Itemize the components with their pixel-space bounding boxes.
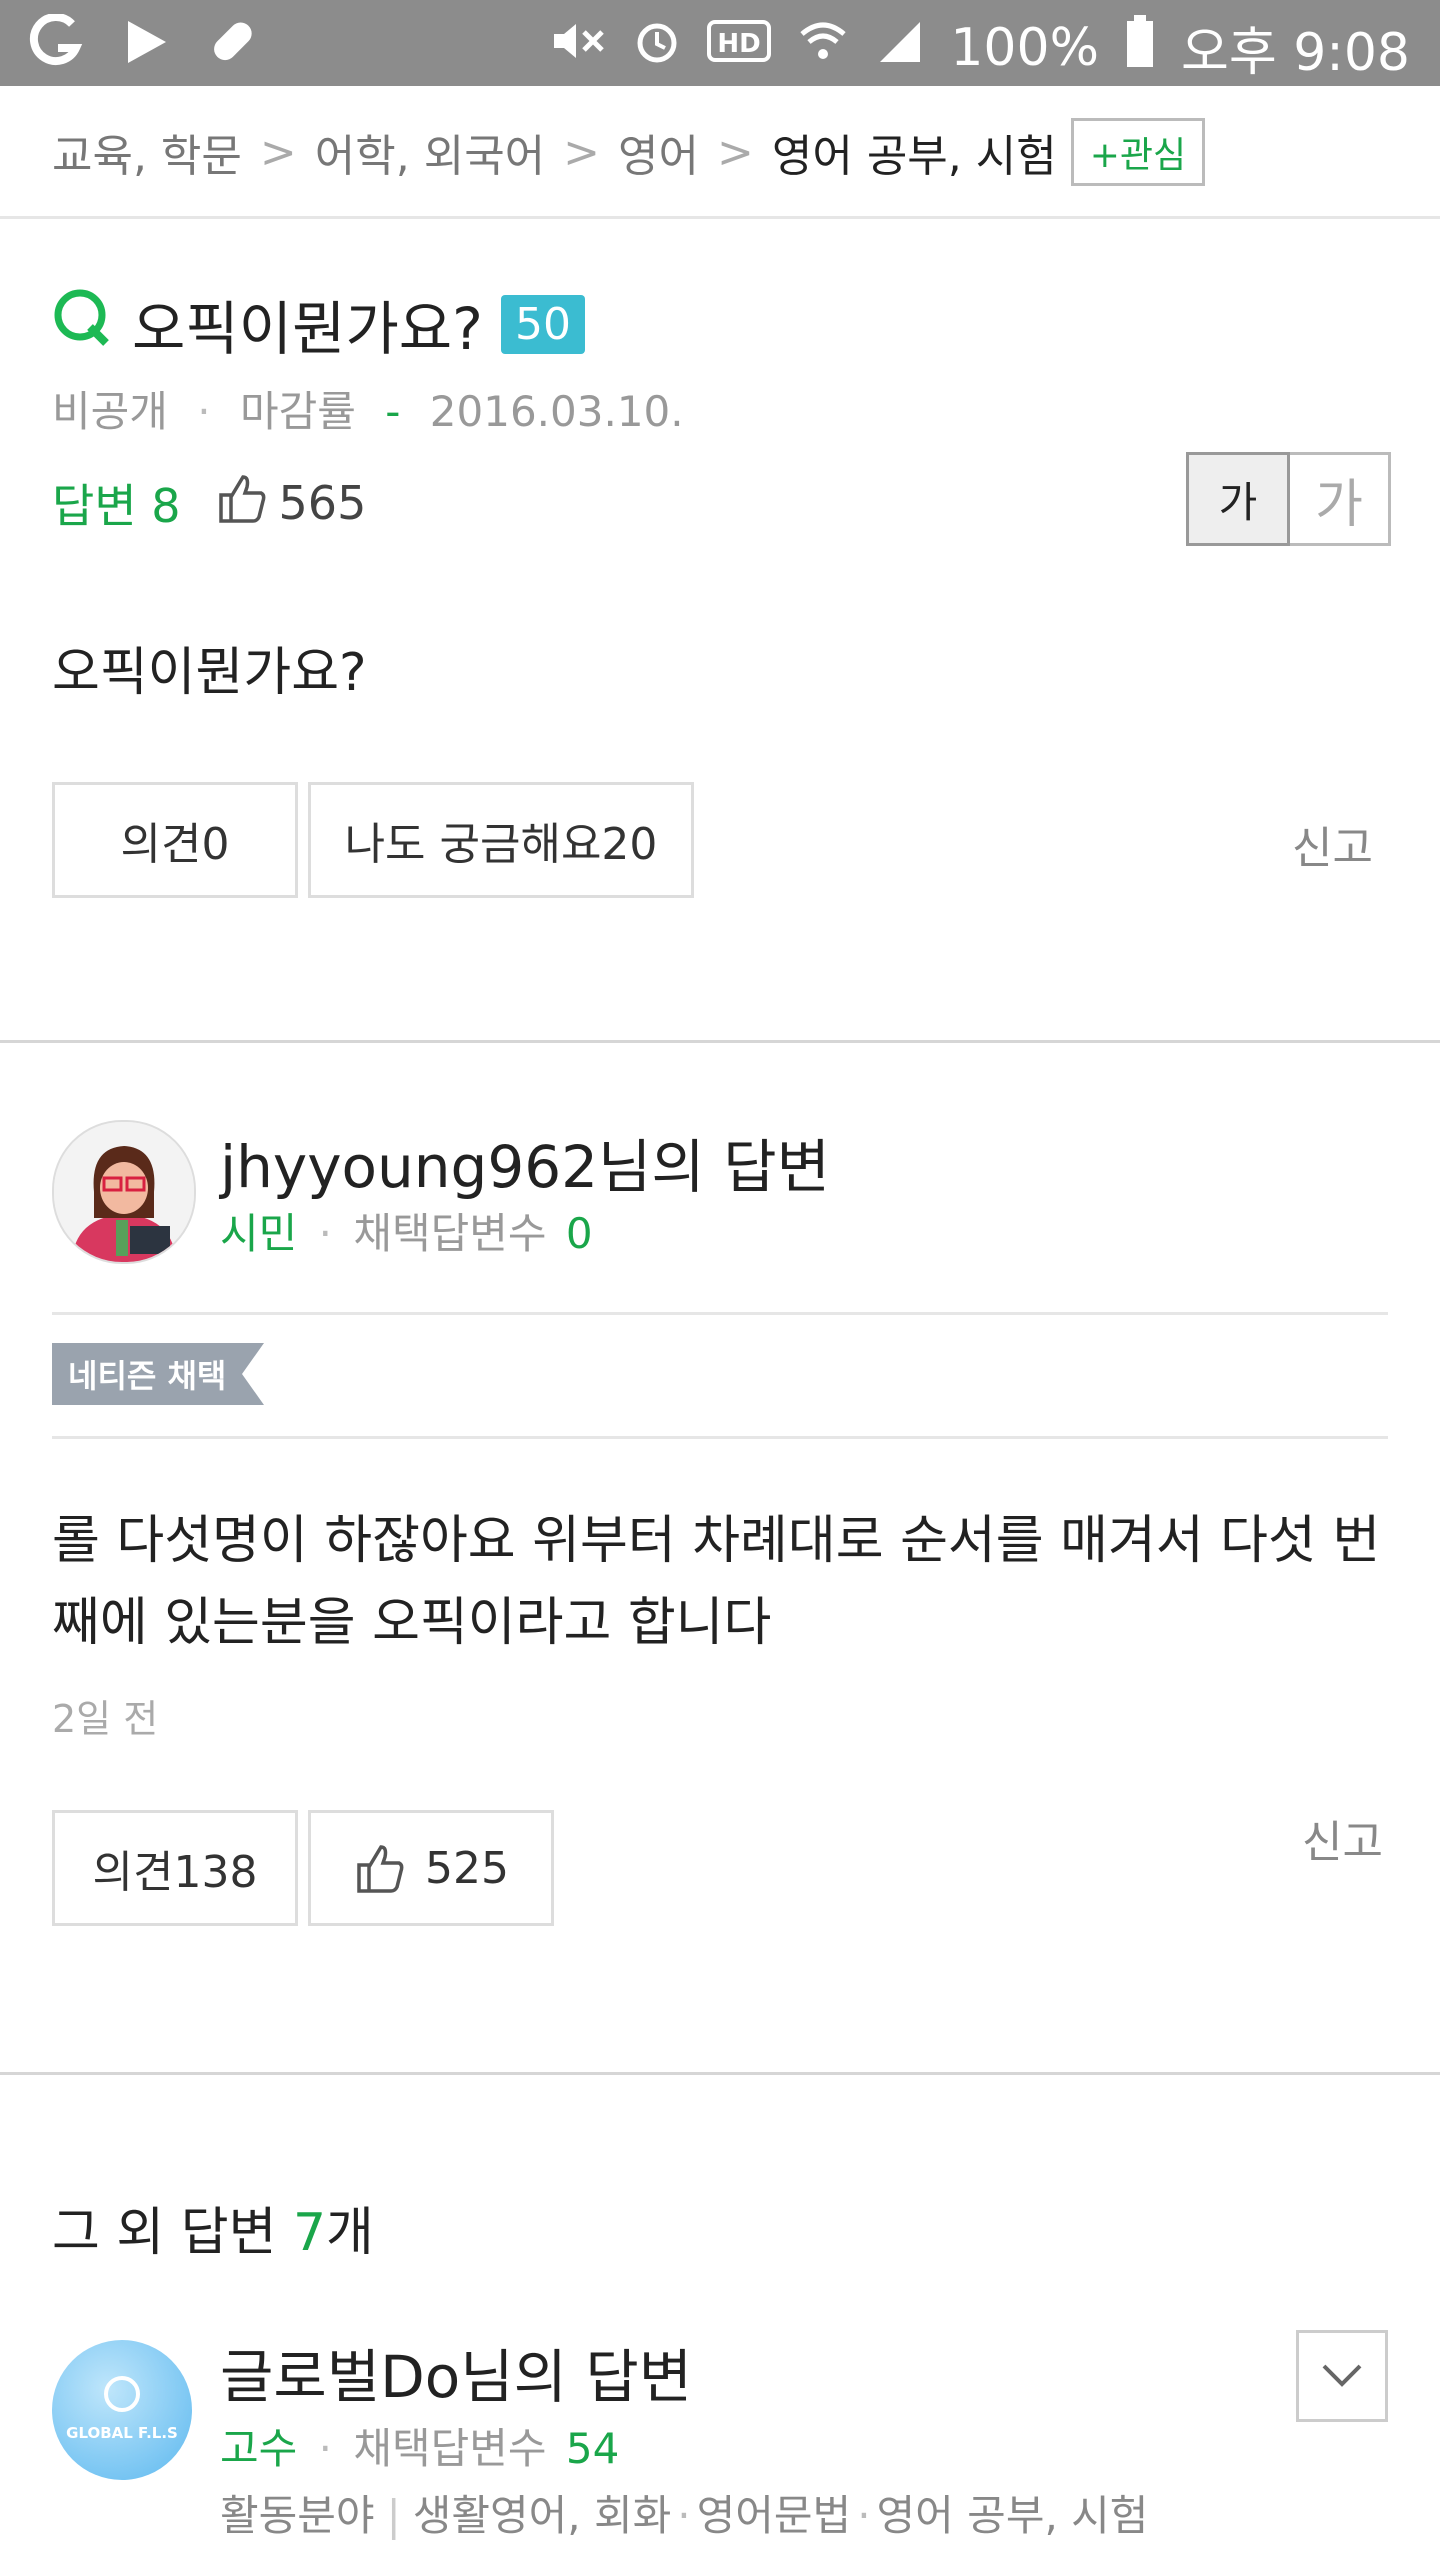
- status-bar: HD 100% 오후 9:08: [0, 0, 1440, 86]
- meta-dot: ·: [857, 2491, 871, 2540]
- answer-like-count: 525: [425, 1842, 509, 1894]
- thumbs-up-icon: [353, 1841, 407, 1895]
- follow-category-button[interactable]: +관심: [1070, 118, 1206, 186]
- question-q-icon: [52, 286, 112, 363]
- breadcrumb-item-education[interactable]: 교육, 학문: [52, 120, 242, 184]
- adopted-label: 채택답변수: [353, 1209, 547, 1258]
- signal-icon: [874, 16, 924, 79]
- avatar[interactable]: GLOBAL F.L.S: [52, 2340, 192, 2480]
- question-like-count: 565: [278, 476, 367, 530]
- divider: [0, 216, 1440, 219]
- section-divider: [0, 1040, 1440, 1043]
- badge-tail: [242, 1343, 265, 1405]
- breadcrumb-separator: >: [717, 126, 754, 178]
- meta-dot: ·: [197, 387, 211, 436]
- question-stats: 답변 8 565: [52, 470, 366, 536]
- activity-field: 영어문법: [696, 2491, 852, 2540]
- avatar-logo-text: GLOBAL F.L.S: [66, 2424, 178, 2442]
- alarm-icon: [634, 16, 680, 79]
- answer-opinion-button[interactable]: 의견138: [52, 1810, 298, 1926]
- pill-icon: [210, 17, 260, 71]
- answer-author-meta: 고수 · 채택답변수 54: [220, 2415, 619, 2476]
- section-divider: [0, 2072, 1440, 2075]
- breadcrumb-separator: >: [259, 126, 297, 178]
- breadcrumb-item-english-study[interactable]: 영어 공부, 시험: [772, 120, 1057, 184]
- avatar[interactable]: [52, 1120, 196, 1264]
- globe-icon: [104, 2376, 140, 2412]
- font-size-small-button[interactable]: 가: [1186, 452, 1290, 546]
- question-title: 오픽이뭔가요?: [132, 295, 483, 363]
- answer-count[interactable]: 답변 8: [52, 470, 181, 536]
- author-rank: 고수: [220, 2424, 298, 2473]
- question-visibility: 비공개: [52, 387, 168, 436]
- other-answers-suffix: 개: [326, 2203, 374, 2263]
- netizen-adopted-badge: 네티즌 채택: [52, 1343, 265, 1405]
- breadcrumb-item-english[interactable]: 영어: [618, 120, 699, 184]
- question-deadline-value: -: [385, 387, 401, 436]
- answer-author[interactable]: 글로벌Do님의 답변: [220, 2330, 692, 2414]
- thumbs-up-icon: [215, 471, 269, 536]
- field-separator: |: [386, 2491, 401, 2540]
- divider: [52, 1312, 1388, 1315]
- hd-icon: HD: [706, 16, 772, 79]
- author-rank: 시민: [220, 1209, 298, 1258]
- meta-dot: ·: [318, 2424, 332, 2473]
- font-size-large-button[interactable]: 가: [1290, 452, 1391, 546]
- breadcrumb: 교육, 학문 > 어학, 외국어 > 영어 > 영어 공부, 시험 +관심: [52, 118, 1206, 186]
- status-left-icons: [28, 13, 260, 74]
- question-opinion-button[interactable]: 의견0: [52, 782, 298, 898]
- meta-dot: ·: [318, 1209, 332, 1258]
- meta-dot: ·: [677, 2491, 691, 2540]
- wifi-icon: [798, 16, 848, 79]
- question-meta: 비공개 · 마감률 - 2016.03.10.: [52, 378, 684, 439]
- battery-percent: 100%: [950, 17, 1100, 78]
- adopted-count: 0: [565, 1209, 593, 1258]
- answer-body: 롤 다섯명이 하잖아요 위부터 차례대로 순서를 매겨서 다섯 번째에 있는분을…: [52, 1511, 1381, 1653]
- divider: [52, 1436, 1388, 1439]
- other-answers-count: 7: [292, 2203, 327, 2263]
- adopted-label: 채택답변수: [353, 2424, 547, 2473]
- play-icon: [124, 17, 170, 71]
- other-answers-heading: 그 외 답변 7개: [52, 2190, 374, 2265]
- activity-field: 생활영어, 회화: [412, 2491, 672, 2540]
- question-report-link[interactable]: 신고: [1292, 812, 1373, 876]
- answer-author[interactable]: jhyyoung962님의 답변: [220, 1120, 830, 1204]
- answer-author-meta: 시민 · 채택답변수 0: [220, 1200, 593, 1261]
- chevron-down-icon: [1320, 2362, 1364, 2390]
- question-deadline-label: 마감률: [240, 387, 356, 436]
- adopted-count: 54: [565, 2424, 620, 2473]
- question-body: 오픽이뭔가요?: [52, 643, 367, 703]
- question-title-row: 오픽이뭔가요? 50: [52, 282, 585, 366]
- mute-icon: [548, 16, 608, 79]
- expand-answer-button[interactable]: [1296, 2330, 1388, 2422]
- other-answers-prefix: 그 외 답변: [52, 2203, 293, 2263]
- breadcrumb-item-language[interactable]: 어학, 외국어: [315, 120, 545, 184]
- clock: 오후 9:08: [1181, 23, 1410, 83]
- question-date: 2016.03.10.: [429, 387, 684, 436]
- app-g-icon: [28, 13, 84, 74]
- netizen-badge-label: 네티즌 채택: [52, 1343, 243, 1405]
- answer-like-button[interactable]: 525: [308, 1810, 554, 1926]
- activity-field: 영어 공부, 시험: [876, 2491, 1149, 2540]
- activity-fields: 활동분야 | 생활영어, 회화 · 영어문법 · 영어 공부, 시험: [220, 2482, 1148, 2543]
- breadcrumb-separator: >: [563, 126, 601, 178]
- svg-text:HD: HD: [718, 29, 761, 59]
- battery-icon: [1125, 13, 1155, 82]
- answer-time: 2일 전: [52, 1697, 159, 1741]
- answer-report-link[interactable]: 신고: [1302, 1806, 1383, 1870]
- activity-fields-label: 활동분야: [220, 2491, 375, 2540]
- status-right: HD 100% 오후 9:08: [548, 10, 1410, 85]
- font-size-toggle: 가 가: [1186, 452, 1391, 546]
- curious-too-button[interactable]: 나도 궁금해요20: [308, 782, 694, 898]
- points-badge: 50: [500, 294, 585, 354]
